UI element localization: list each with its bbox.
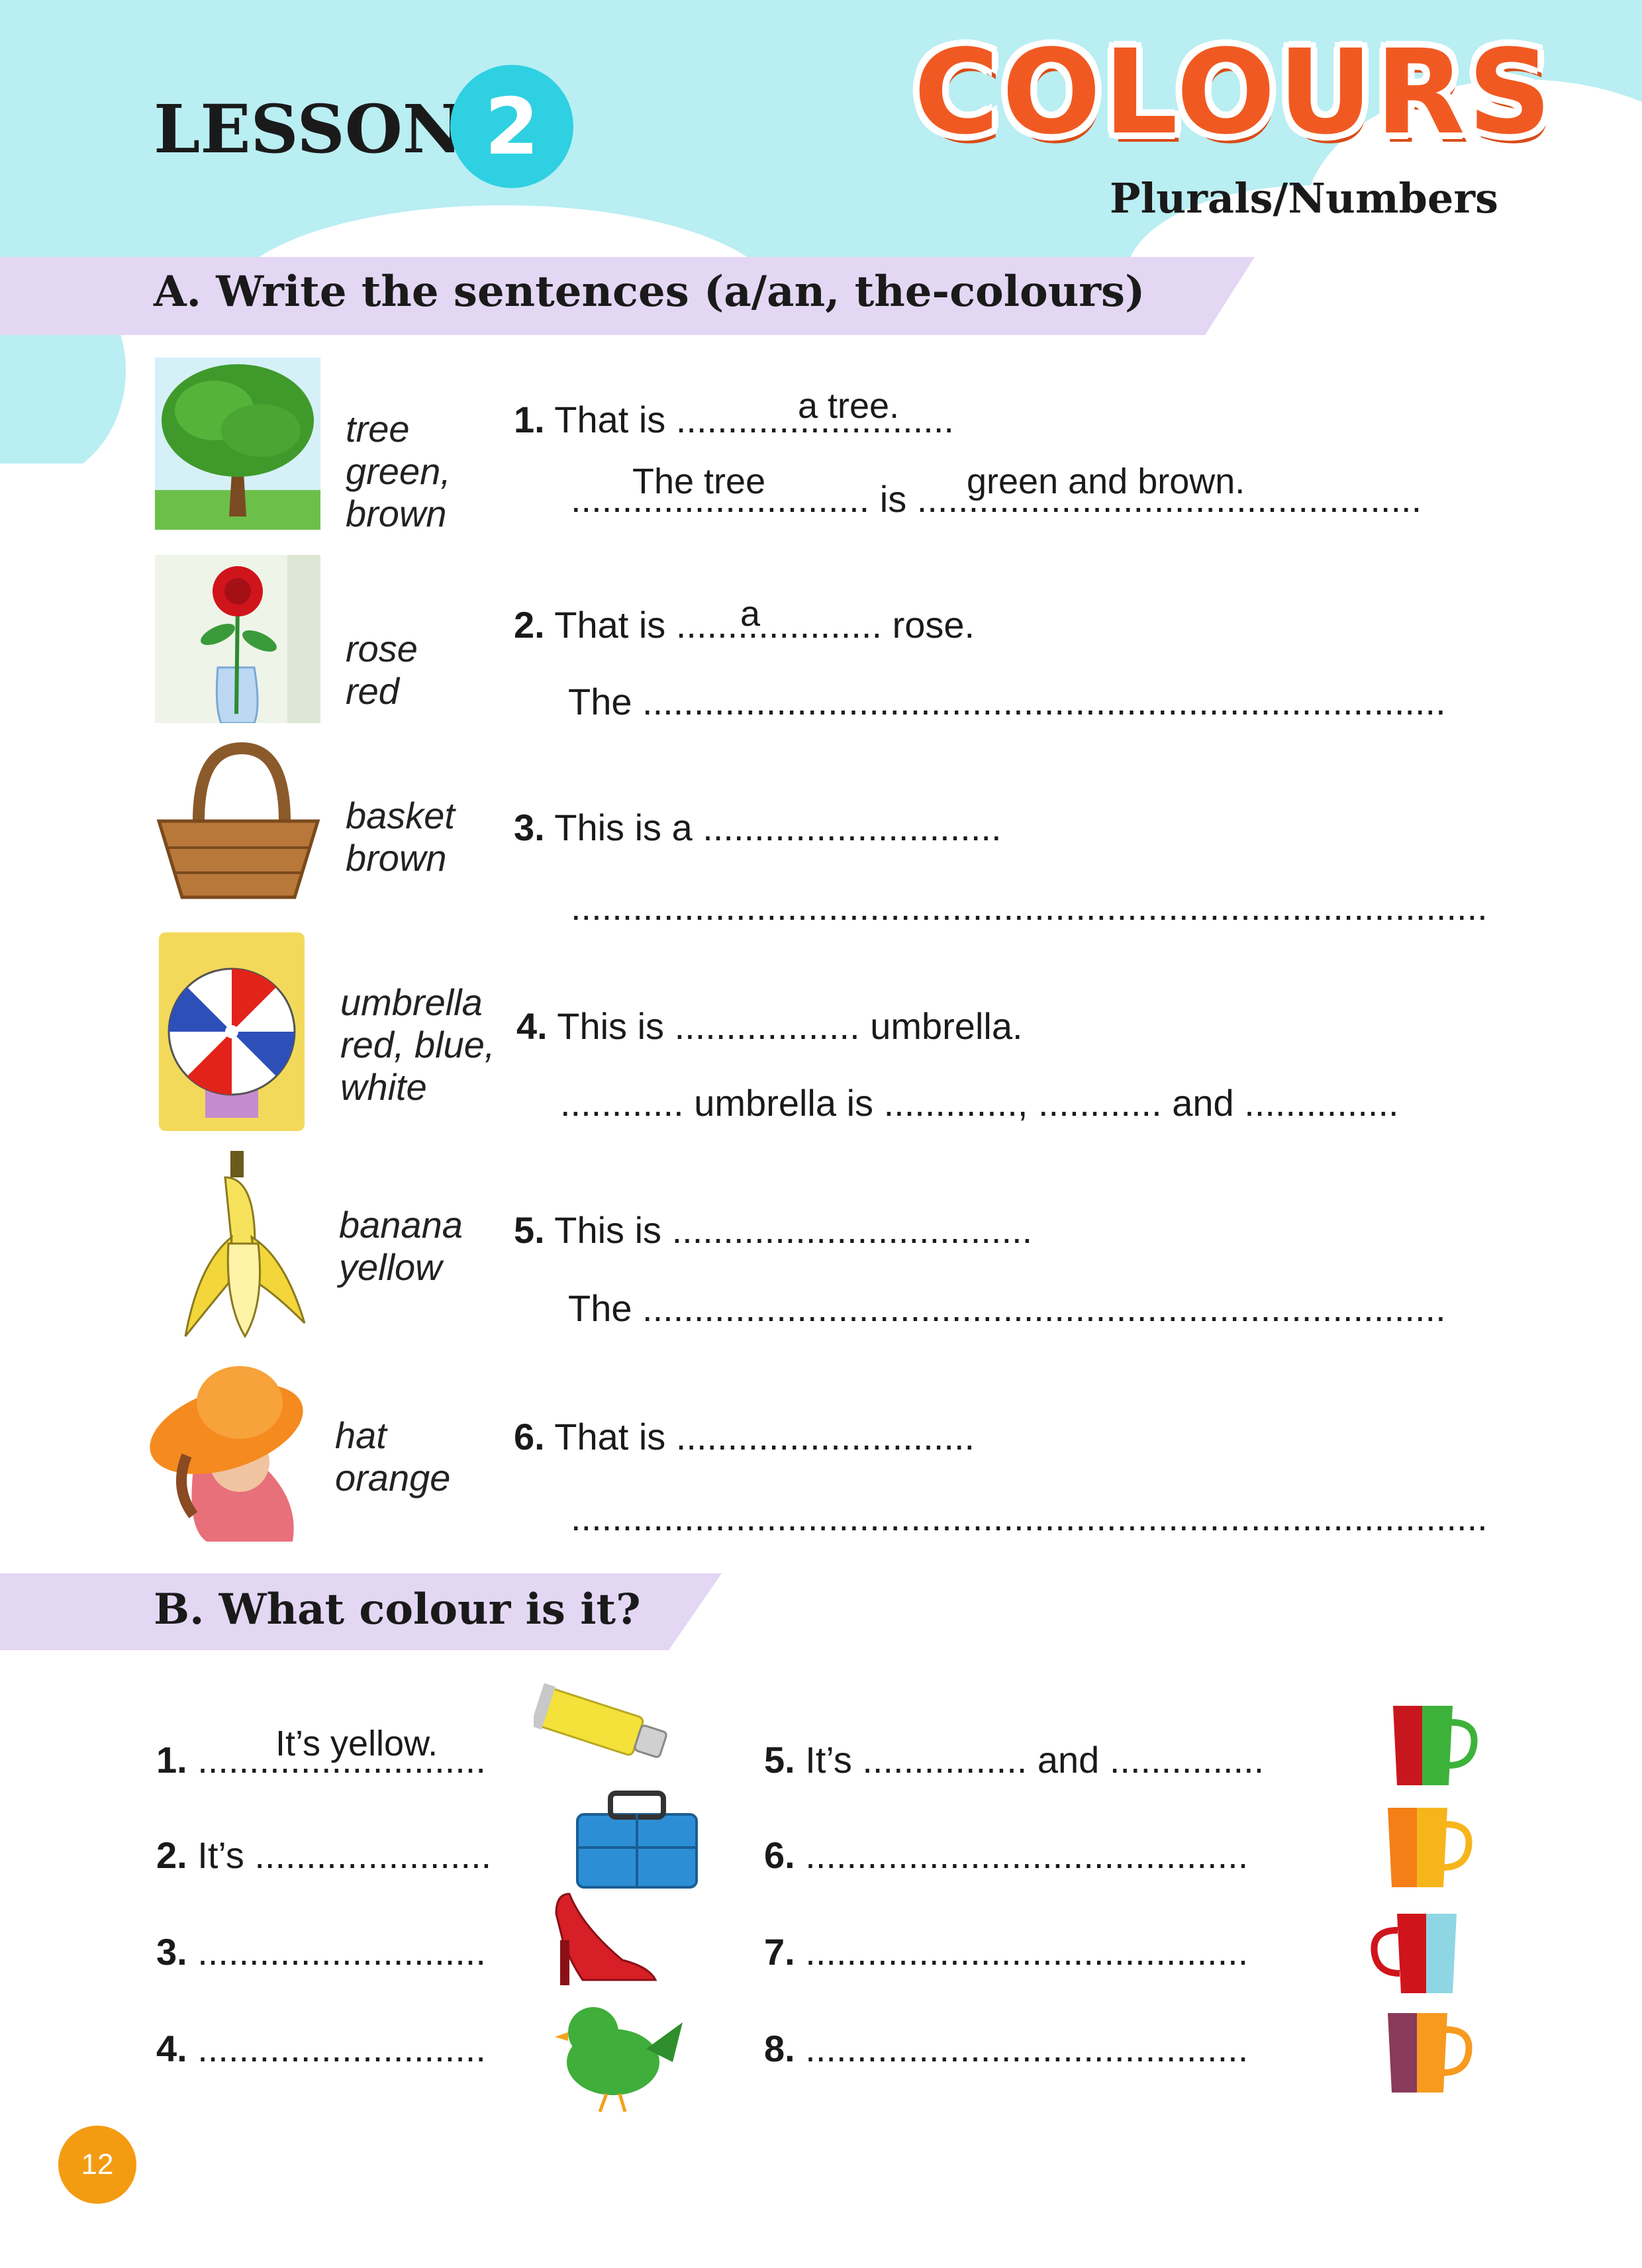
b-4-number: 4. — [156, 2028, 187, 2069]
item-5-line-1[interactable]: This is ................................… — [554, 1209, 1032, 1251]
mug-orange-yellow-image — [1388, 1808, 1473, 1887]
b-1-number: 1. — [156, 1739, 187, 1781]
hat-image — [150, 1366, 303, 1542]
item-2-words: rose red — [346, 628, 418, 713]
lesson-label: LESSON — [154, 90, 463, 168]
b-8-number: 8. — [764, 2028, 795, 2069]
shoe-image — [555, 1893, 657, 1985]
item-2-word: red — [346, 670, 399, 712]
item-5-number: 5. — [514, 1209, 545, 1251]
item-4-word: white — [340, 1066, 427, 1108]
b-8-line[interactable]: ........................................… — [805, 2028, 1248, 2069]
item-6-line-1[interactable]: That is ............................. — [554, 1416, 975, 1457]
item-2-number: 2. — [514, 604, 545, 646]
mug-red-green-image — [1393, 1706, 1478, 1785]
item-4-word: umbrella — [340, 981, 483, 1023]
item-1-number: 1. — [514, 399, 545, 440]
umbrella-image — [159, 932, 305, 1131]
lesson-number-badge: 2 — [450, 65, 573, 188]
section-b-heading: B. What colour is it? — [154, 1585, 641, 1634]
item-3-word: basket — [346, 795, 455, 836]
page-subtitle: Plurals/Numbers — [1110, 174, 1498, 222]
b-7-number: 7. — [764, 1931, 795, 1973]
b-2-line[interactable]: It’s ....................... — [197, 1834, 491, 1876]
item-1-word: brown — [346, 493, 447, 534]
item-2-answer-1: a — [740, 594, 761, 634]
b-5-line[interactable]: It’s ................ and ..............… — [805, 1739, 1264, 1781]
page-title: COLOURS — [914, 25, 1555, 160]
item-3-line-2[interactable]: ........................................… — [571, 886, 1488, 928]
b-1-answer: It’s yellow. — [275, 1724, 438, 1763]
b-2-number: 2. — [156, 1834, 187, 1876]
page-number-badge: 12 — [58, 2126, 136, 2204]
basket-image — [156, 742, 320, 899]
paint-tube-image — [534, 1683, 667, 1758]
lesson-number: 2 — [484, 81, 540, 172]
item-2-line-1[interactable]: That is .................... rose. — [554, 604, 975, 646]
b-3-number: 3. — [156, 1931, 187, 1973]
item-6-line-2[interactable]: ........................................… — [571, 1497, 1488, 1539]
item-6-word: orange — [335, 1457, 451, 1499]
item-1-words: tree green, brown — [346, 408, 451, 535]
item-6-words: hat orange — [335, 1414, 450, 1499]
mug-purple-orange-image — [1388, 2013, 1473, 2093]
item-5-words: banana yellow — [339, 1204, 463, 1289]
item-1-answer-2: The tree — [632, 462, 766, 501]
toolbox-image — [576, 1791, 698, 1889]
item-4-word: red, blue, — [340, 1024, 495, 1065]
item-4-line-1[interactable]: This is .................. umbrella. — [557, 1005, 1022, 1047]
item-2-line-2[interactable]: The ....................................… — [568, 681, 1446, 723]
item-2-word: rose — [346, 628, 418, 669]
item-3-number: 3. — [514, 807, 545, 848]
item-1-word: tree — [346, 408, 410, 450]
item-3-words: basket brown — [346, 795, 455, 879]
rose-image — [155, 555, 320, 723]
b-6-number: 6. — [764, 1834, 795, 1876]
b-5-number: 5. — [764, 1739, 795, 1781]
b-4-line[interactable]: ............................ — [197, 2028, 486, 2069]
tree-image — [155, 358, 320, 530]
item-5-word: yellow — [339, 1246, 442, 1288]
b-3-line[interactable]: ............................ — [197, 1931, 486, 1973]
item-1-answer-1: a tree. — [798, 386, 900, 426]
item-4-words: umbrella red, blue, white — [340, 981, 495, 1109]
item-3-word: brown — [346, 837, 447, 879]
b-6-line[interactable]: ........................................… — [805, 1834, 1248, 1876]
item-4-number: 4. — [516, 1005, 548, 1047]
item-5-word: banana — [339, 1204, 463, 1246]
item-4-line-2[interactable]: ............ umbrella is ............., … — [560, 1082, 1399, 1124]
item-5-line-2[interactable]: The ....................................… — [568, 1287, 1446, 1330]
item-1-line-2b: is — [879, 478, 907, 520]
item-6-number: 6. — [514, 1416, 545, 1457]
banana-image — [184, 1151, 306, 1338]
mug-red-blue-image — [1371, 1914, 1457, 1993]
item-1-word: green, — [346, 450, 451, 492]
section-a-heading: A. Write the sentences (a/an, the-colour… — [154, 267, 1145, 317]
item-3-line-1[interactable]: This is a ............................. — [554, 807, 1001, 848]
page-number: 12 — [81, 2148, 114, 2181]
bird-image — [555, 2007, 683, 2112]
item-6-word: hat — [335, 1414, 387, 1456]
item-1-answer-3: green and brown. — [967, 462, 1245, 501]
b-7-line[interactable]: ........................................… — [805, 1931, 1248, 1973]
